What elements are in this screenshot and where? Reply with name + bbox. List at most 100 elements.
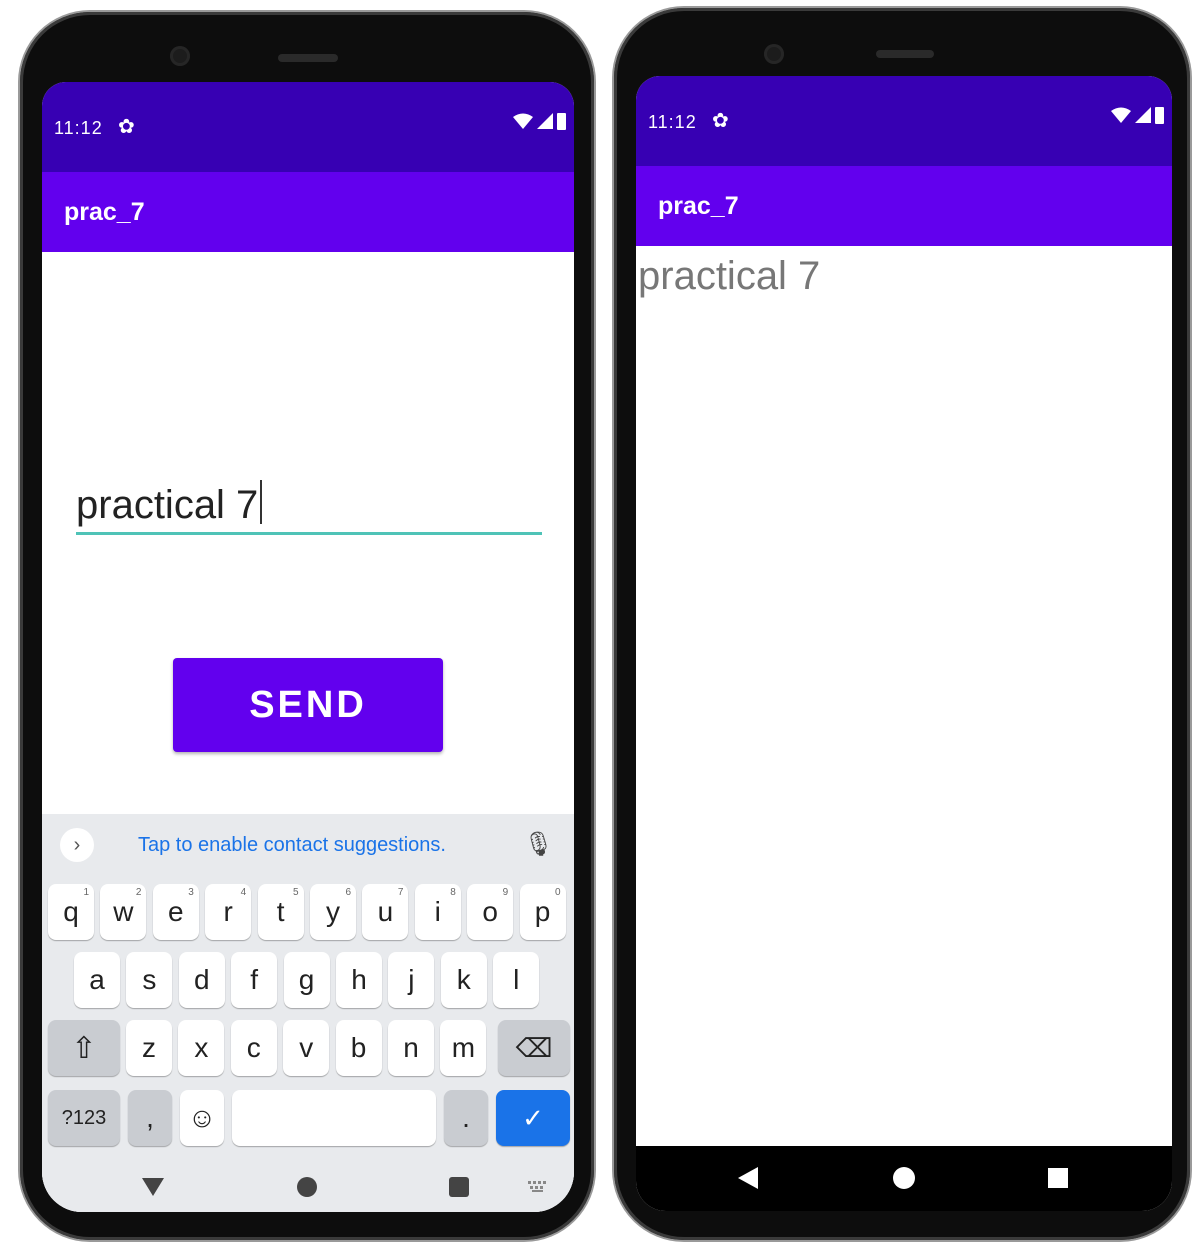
message-input-value-wrap: practical 7: [76, 480, 263, 528]
navigation-bar: [636, 1146, 1172, 1211]
text-caret: [260, 480, 263, 524]
front-camera: [170, 46, 190, 66]
phone-right: 11:12 ✿ prac_7 practical 7: [614, 8, 1190, 1240]
app-title: prac_7: [658, 192, 739, 220]
enter-check-key[interactable]: ✓: [496, 1090, 570, 1146]
earpiece-speaker: [278, 54, 338, 62]
key-label: i: [434, 896, 441, 927]
key-v[interactable]: v: [283, 1020, 330, 1076]
mic-icon[interactable]: 🎙: [524, 830, 554, 859]
status-time: 11:12: [648, 112, 697, 132]
screen-left: 11:12 ✿ prac_7 practical 7 SEND › Tap to…: [42, 82, 574, 1212]
key-z[interactable]: z: [126, 1020, 172, 1076]
home-icon[interactable]: [892, 1166, 916, 1190]
key-label: q: [63, 896, 79, 927]
battery-icon: [1155, 107, 1164, 124]
signal-icon: [1135, 107, 1151, 123]
key-j[interactable]: j: [388, 952, 435, 1008]
key-number-hint: 4: [240, 887, 247, 898]
soft-keyboard: › Tap to enable contact suggestions. 🎙 q…: [42, 814, 574, 1212]
status-bar: 11:12 ✿: [42, 82, 574, 172]
front-camera: [764, 44, 784, 64]
key-l[interactable]: l: [493, 952, 540, 1008]
key-e[interactable]: e3: [152, 884, 199, 940]
keyboard-switch-icon[interactable]: [526, 1178, 550, 1196]
backspace-key[interactable]: ⌫: [498, 1020, 570, 1076]
received-text: practical 7: [638, 254, 821, 298]
space-bar[interactable]: [232, 1090, 436, 1146]
key-d[interactable]: d: [178, 952, 225, 1008]
status-time: 11:12: [54, 118, 103, 138]
key-n[interactable]: n: [388, 1020, 434, 1076]
key-k[interactable]: k: [440, 952, 487, 1008]
key-number-hint: 5: [293, 887, 299, 898]
key-number-hint: 3: [188, 887, 194, 898]
gear-icon: ✿: [118, 116, 135, 138]
suggestion-strip: › Tap to enable contact suggestions. 🎙: [42, 814, 574, 876]
contact-suggestion-prompt[interactable]: Tap to enable contact suggestions.: [138, 834, 446, 857]
signal-icon: [537, 113, 553, 129]
recents-icon[interactable]: [446, 1174, 472, 1200]
key-m[interactable]: m: [440, 1020, 487, 1076]
message-input-value: practical 7: [76, 483, 259, 527]
key-label: e: [168, 896, 184, 927]
key-label: t: [276, 896, 285, 927]
key-number-hint: 8: [450, 887, 456, 898]
gear-icon: ✿: [712, 110, 729, 132]
phone-left: 11:12 ✿ prac_7 practical 7 SEND › Tap to…: [20, 12, 594, 1240]
home-icon[interactable]: [294, 1174, 320, 1200]
status-bar: 11:12 ✿: [636, 76, 1172, 166]
app-bar: prac_7: [636, 166, 1172, 246]
key-number-hint: 7: [397, 887, 404, 898]
key-x[interactable]: x: [178, 1020, 225, 1076]
key-r[interactable]: r4: [205, 884, 252, 940]
status-icons: [513, 112, 566, 130]
earpiece-speaker: [876, 50, 934, 58]
recents-icon[interactable]: [1046, 1166, 1070, 1190]
key-g[interactable]: g: [283, 952, 330, 1008]
wifi-icon: [1111, 107, 1131, 123]
screen-right: 11:12 ✿ prac_7 practical 7: [636, 76, 1172, 1211]
key-s[interactable]: s: [126, 952, 173, 1008]
key-label: p: [534, 896, 551, 927]
back-icon[interactable]: [736, 1166, 760, 1190]
key-label: r: [223, 896, 233, 927]
shift-key[interactable]: ⇧: [48, 1020, 120, 1076]
key-b[interactable]: b: [335, 1020, 382, 1076]
key-number-hint: 1: [83, 887, 89, 898]
key-c[interactable]: c: [230, 1020, 277, 1076]
key-label: y: [326, 896, 340, 927]
key-y[interactable]: y6: [310, 884, 356, 940]
emoji-key[interactable]: ☺: [180, 1090, 224, 1146]
key-i[interactable]: i8: [414, 884, 461, 940]
battery-icon: [557, 113, 566, 130]
key-label: u: [377, 896, 394, 927]
key-number-hint: 6: [345, 887, 351, 898]
message-input[interactable]: practical 7: [76, 472, 542, 535]
chevron-right-icon[interactable]: ›: [60, 828, 94, 862]
key-f[interactable]: f: [231, 952, 278, 1008]
key-a[interactable]: a: [74, 952, 120, 1008]
key-number-hint: 0: [555, 887, 561, 898]
period-key[interactable]: .: [444, 1090, 488, 1146]
comma-key[interactable]: ,: [128, 1090, 172, 1146]
send-button[interactable]: SEND: [173, 658, 443, 752]
app-title: prac_7: [64, 198, 145, 226]
symbols-key[interactable]: ?123: [48, 1090, 120, 1146]
status-icons: [1111, 106, 1164, 124]
key-o[interactable]: o9: [467, 884, 514, 940]
key-label: w: [113, 896, 134, 927]
key-number-hint: 9: [502, 887, 509, 898]
key-p[interactable]: p0: [519, 884, 566, 940]
key-u[interactable]: u7: [362, 884, 409, 940]
key-h[interactable]: h: [336, 952, 382, 1008]
key-number-hint: 2: [135, 887, 142, 898]
app-bar: prac_7: [42, 172, 574, 252]
navigation-bar: [42, 1162, 574, 1212]
key-label: o: [482, 896, 498, 927]
key-w[interactable]: w2: [100, 884, 147, 940]
key-t[interactable]: t5: [257, 884, 304, 940]
wifi-icon: [513, 113, 533, 129]
key-q[interactable]: q1: [48, 884, 94, 940]
back-down-icon[interactable]: [138, 1174, 168, 1200]
